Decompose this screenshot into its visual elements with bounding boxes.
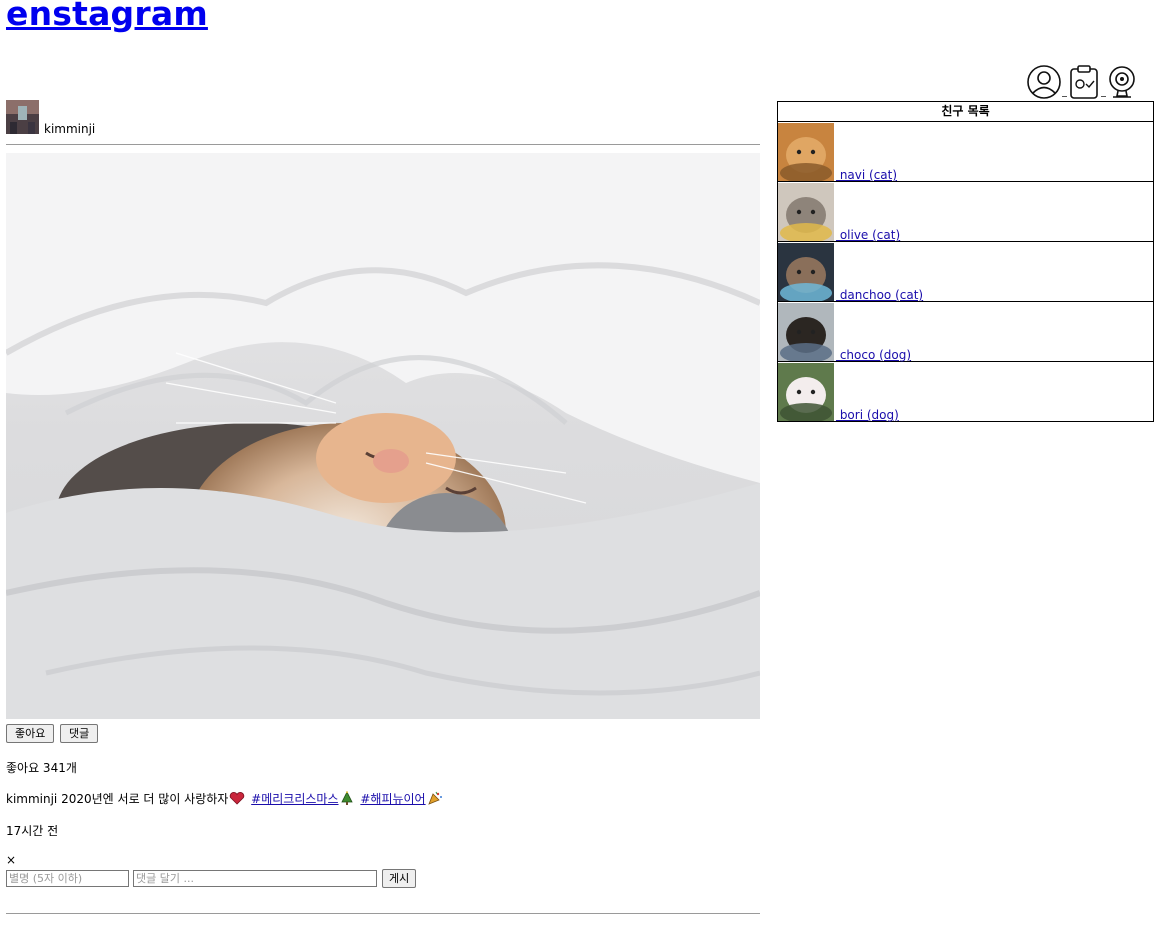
friend-link[interactable]: danchoo (cat) <box>836 289 923 302</box>
party-popper-emoji-icon <box>427 791 442 805</box>
friend-row: bori (dog) <box>778 362 1153 422</box>
friend-photo[interactable] <box>778 123 834 181</box>
friend-row: olive (cat) <box>778 182 1153 242</box>
top-nav <box>1026 64 1138 100</box>
post-time: 17시간 전 <box>6 824 59 838</box>
webcam-icon[interactable] <box>1106 64 1138 100</box>
friend-link[interactable]: olive (cat) <box>836 229 900 242</box>
friend-row: danchoo (cat) <box>778 242 1153 302</box>
post-photo <box>6 153 760 719</box>
christmas-tree-emoji-icon <box>340 791 353 805</box>
friends-panel: 친구 목록 navi (cat) olive (cat) danchoo (ca… <box>777 101 1154 422</box>
clipboard-check-icon[interactable] <box>1067 64 1101 100</box>
friend-row: navi (cat) <box>778 122 1153 182</box>
friend-link[interactable]: navi (cat) <box>836 169 897 182</box>
heart-emoji-icon <box>230 792 245 805</box>
comment-button[interactable]: 댓글 <box>60 724 99 743</box>
bottom-divider <box>6 913 760 914</box>
friends-title: 친구 목록 <box>778 102 1153 122</box>
comment-input[interactable] <box>133 870 377 887</box>
logo-link[interactable]: enstagram <box>6 0 208 33</box>
likes-count: 좋아요 341개 <box>6 761 77 775</box>
friend-photo[interactable] <box>778 183 834 241</box>
friend-photo[interactable] <box>778 243 834 301</box>
hashtag-link-newyear[interactable]: #해피뉴이어 <box>360 792 425 806</box>
caption-author: kimminji <box>6 792 58 806</box>
avatar[interactable] <box>6 100 39 134</box>
caption-text: 2020년엔 서로 더 많이 사랑하자 <box>57 792 229 806</box>
hashtag-link-christmas[interactable]: #메리크리스마스 <box>251 792 338 806</box>
post-comment-button[interactable]: 게시 <box>382 869 417 888</box>
friend-row: choco (dog) <box>778 302 1153 362</box>
post-divider <box>6 144 760 145</box>
post-header: kimminji <box>6 100 95 135</box>
friend-photo[interactable] <box>778 363 834 421</box>
close-icon[interactable]: × <box>6 853 16 867</box>
nickname-input[interactable] <box>6 870 129 887</box>
friend-link[interactable]: choco (dog) <box>836 349 911 362</box>
friend-photo[interactable] <box>778 303 834 361</box>
friend-link[interactable]: bori (dog) <box>836 409 899 422</box>
post-caption: kimminji 2020년엔 서로 더 많이 사랑하자 #메리크리스마스 #해… <box>6 790 443 807</box>
profile-icon[interactable] <box>1026 64 1062 100</box>
like-button[interactable]: 좋아요 <box>6 724 55 743</box>
post-username[interactable]: kimminji <box>44 123 95 135</box>
